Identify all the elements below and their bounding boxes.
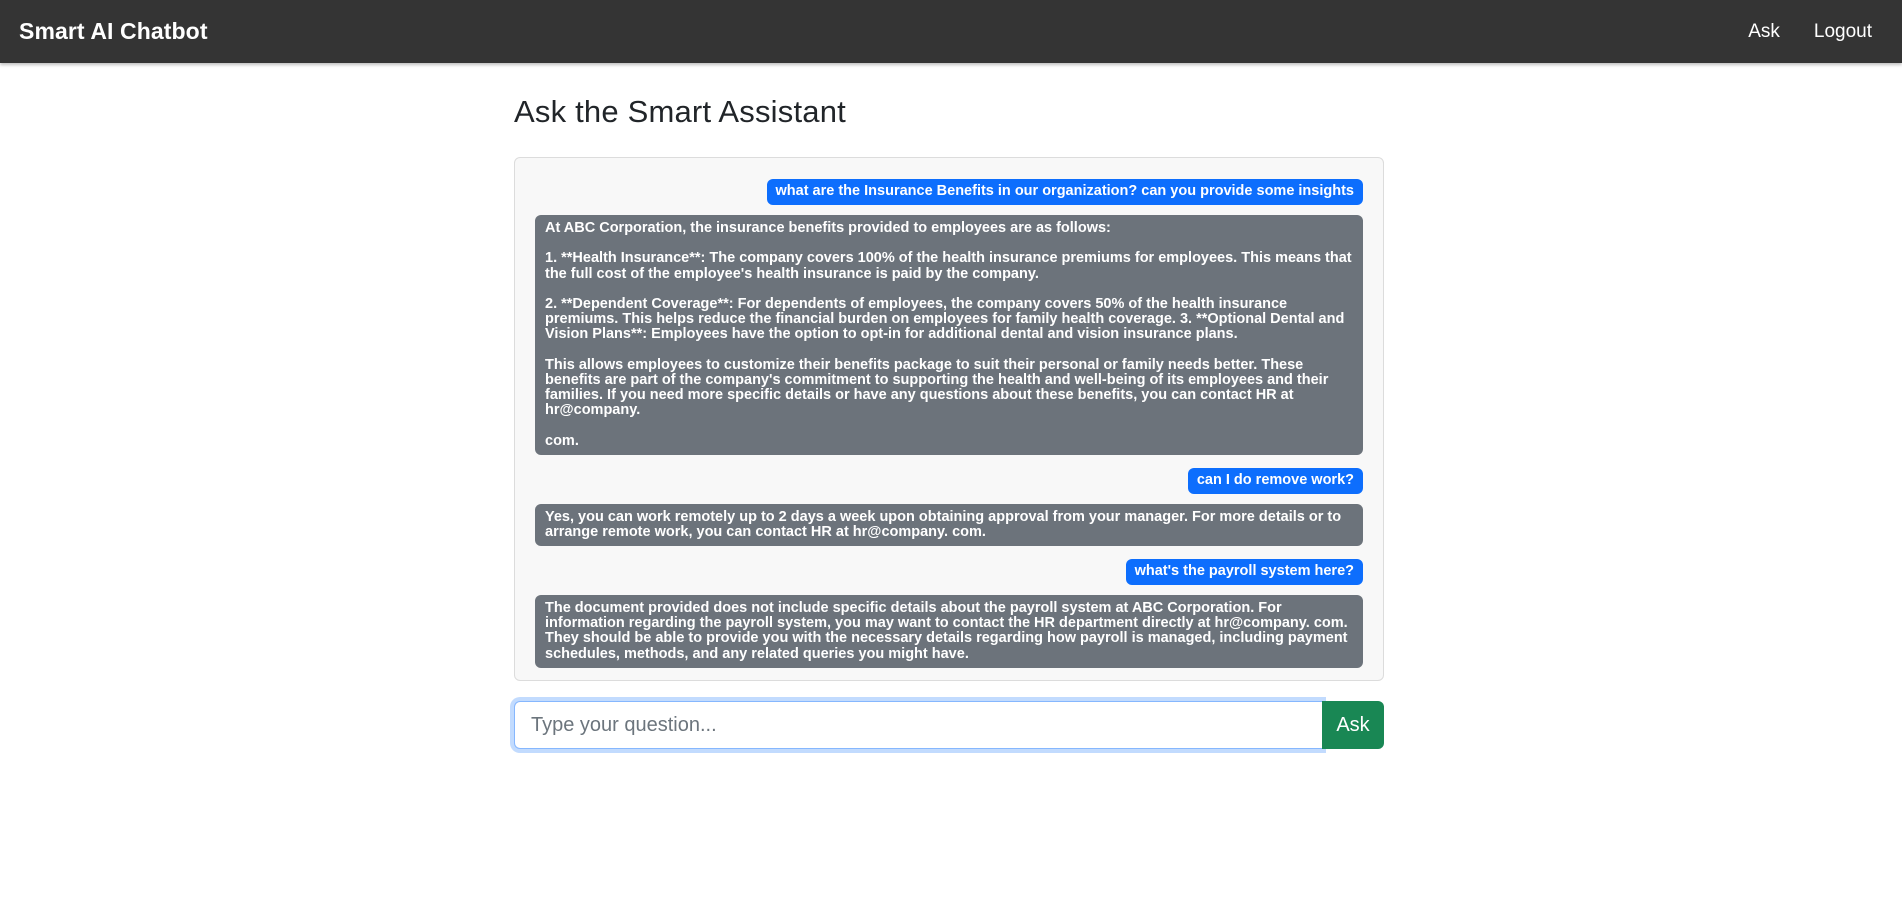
nav-link-ask[interactable]: Ask xyxy=(1748,21,1780,43)
bot-message: At ABC Corporation, the insurance benefi… xyxy=(535,214,1363,456)
main-container: Ask the Smart Assistant what are the Ins… xyxy=(514,63,1384,750)
user-message-row: can I do remove work? xyxy=(535,468,1363,494)
navbar: Smart AI Chatbot Ask Logout xyxy=(0,0,1902,63)
nav-links: Ask Logout xyxy=(1748,21,1872,43)
chat-box[interactable]: what are the Insurance Benefits in our o… xyxy=(514,157,1384,682)
user-message-row: what's the payroll system here? xyxy=(535,559,1363,585)
user-message-row: what are the Insurance Benefits in our o… xyxy=(535,179,1363,205)
question-input[interactable] xyxy=(514,701,1322,750)
page-title: Ask the Smart Assistant xyxy=(514,94,846,129)
user-message: what are the Insurance Benefits in our o… xyxy=(766,179,1363,205)
navbar-brand[interactable]: Smart AI Chatbot xyxy=(19,18,208,45)
bot-message: The document provided does not include s… xyxy=(535,594,1363,668)
nav-link-logout[interactable]: Logout xyxy=(1814,21,1872,43)
bot-message: Yes, you can work remotely up to 2 days … xyxy=(535,503,1363,547)
user-message: can I do remove work? xyxy=(1187,468,1363,494)
ask-button[interactable]: Ask xyxy=(1322,701,1384,750)
user-message: what's the payroll system here? xyxy=(1125,559,1363,585)
question-form: Ask xyxy=(514,701,1384,750)
